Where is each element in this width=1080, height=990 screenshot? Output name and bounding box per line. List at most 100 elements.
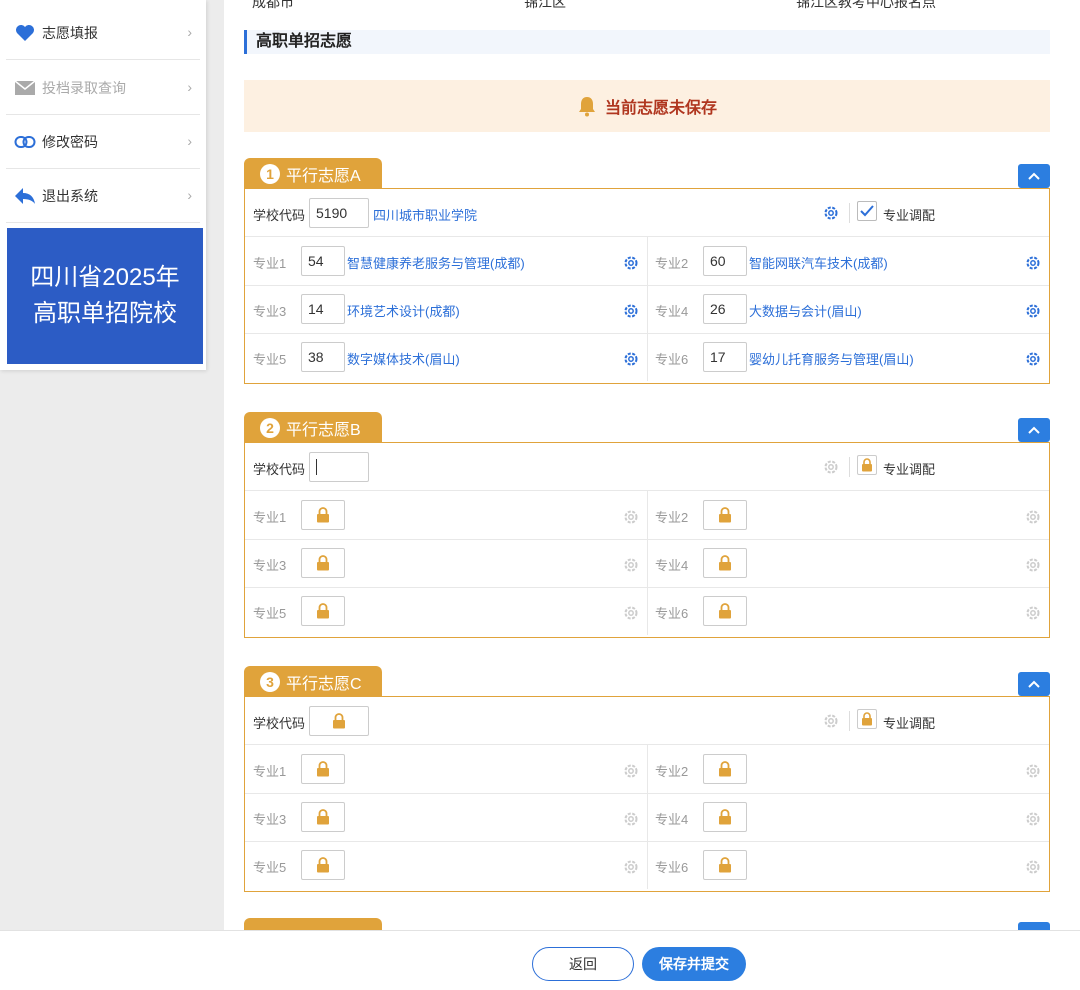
link-icon <box>14 131 36 153</box>
district-value: 锦江区 <box>524 0 566 10</box>
divider <box>849 457 850 477</box>
school-code-input[interactable]: 5190 <box>309 198 369 228</box>
adjust-checkbox[interactable] <box>857 201 877 221</box>
gear-icon[interactable] <box>1025 303 1041 319</box>
school-code-input[interactable] <box>309 452 369 482</box>
major-label: 专业1 <box>253 256 287 271</box>
major-label: 专业2 <box>655 764 689 779</box>
major-code-locked <box>703 754 747 784</box>
volunteer-tab-partial <box>244 918 382 930</box>
unsaved-notice: 当前志愿未保存 <box>244 80 1050 132</box>
collapse-button[interactable] <box>1018 164 1050 188</box>
major-name[interactable]: 环境艺术设计(成都) <box>347 301 460 320</box>
major-name[interactable]: 智慧健康养老服务与管理(成都) <box>347 253 525 272</box>
school-row: 学校代码 5190 四川城市职业学院 专业调配 <box>245 189 1049 237</box>
major-code-locked <box>703 850 747 880</box>
major-code-input[interactable]: 17 <box>703 342 747 372</box>
lock-icon <box>317 603 329 619</box>
sidebar-item-admission-query[interactable]: 投档录取查询 › <box>6 61 200 115</box>
major-label: 专业3 <box>253 304 287 319</box>
adjust-lock <box>857 455 877 475</box>
major-label: 专业6 <box>655 606 689 621</box>
gear-icon <box>1026 812 1040 826</box>
major-code-input[interactable]: 26 <box>703 294 747 324</box>
major-code-locked <box>703 500 747 530</box>
gear-icon <box>1026 510 1040 524</box>
divider <box>245 333 1049 334</box>
major-name[interactable]: 婴幼儿托育服务与管理(眉山) <box>749 349 914 368</box>
collapse-button[interactable] <box>1018 418 1050 442</box>
footer-bar: 返回 保存并提交 <box>0 930 1080 990</box>
major-name[interactable]: 数字媒体技术(眉山) <box>347 349 460 368</box>
major-code-input[interactable]: 54 <box>301 246 345 276</box>
gear-icon <box>624 860 638 874</box>
divider <box>647 237 648 381</box>
banner-line-2: 高职单招院校 <box>33 300 177 327</box>
volunteer-tab[interactable]: 2 平行志愿B <box>244 412 382 444</box>
sidebar-item-volunteer[interactable]: 志愿填报 › <box>6 6 200 60</box>
major-label: 专业3 <box>253 812 287 827</box>
collapse-button[interactable] <box>1018 672 1050 696</box>
sidebar-item-logout[interactable]: 退出系统 › <box>6 169 200 223</box>
major-label: 专业5 <box>253 352 287 367</box>
school-name[interactable]: 四川城市职业学院 <box>373 205 477 224</box>
back-arrow-icon <box>14 185 36 207</box>
divider <box>245 285 1049 286</box>
major-label: 专业2 <box>655 256 689 271</box>
sidebar-item-change-password[interactable]: 修改密码 › <box>6 115 200 169</box>
lock-icon <box>719 857 731 873</box>
gear-icon <box>624 606 638 620</box>
gear-icon <box>1026 860 1040 874</box>
adjust-label: 专业调配 <box>883 716 936 731</box>
major-code-input[interactable]: 60 <box>703 246 747 276</box>
lock-icon <box>862 458 872 472</box>
major-name[interactable]: 大数据与会计(眉山) <box>749 301 862 320</box>
major-code-input[interactable]: 38 <box>301 342 345 372</box>
volunteer-tab[interactable]: 1 平行志愿A <box>244 158 382 190</box>
divider <box>849 711 850 731</box>
divider <box>245 587 1049 588</box>
school-code-label: 学校代码 <box>253 716 306 731</box>
back-button[interactable]: 返回 <box>532 947 634 981</box>
gear-icon[interactable] <box>1025 255 1041 271</box>
gear-icon[interactable] <box>623 303 639 319</box>
major-code-locked <box>703 802 747 832</box>
notice-text: 当前志愿未保存 <box>604 100 717 117</box>
major-code-locked <box>301 802 345 832</box>
gear-icon[interactable] <box>623 255 639 271</box>
bell-icon <box>578 97 595 117</box>
lock-icon <box>317 809 329 825</box>
major-code-locked <box>703 548 747 578</box>
major-label: 专业6 <box>655 860 689 875</box>
volunteer-box: 学校代码 专业调配 专业1 专业2 专业3 专业4 专业5 专业6 <box>244 696 1050 892</box>
volunteer-a: 1 平行志愿A 学校代码 5190 四川城市职业学院 专业调配 专业1 54 智… <box>244 158 1050 386</box>
gear-icon[interactable] <box>823 205 839 221</box>
main-panel: 成都市 锦江区 锦江区教考中心报名点 高职单招志愿 当前志愿未保存 1 平行志愿… <box>224 0 1080 930</box>
major-name[interactable]: 智能网联汽车技术(成都) <box>749 253 888 272</box>
lock-icon <box>862 712 872 726</box>
gear-icon <box>1026 558 1040 572</box>
volunteer-number: 2 <box>260 418 280 438</box>
collapse-button-partial <box>1018 922 1050 930</box>
sidebar-item-label: 修改密码 <box>42 133 98 150</box>
gear-icon[interactable] <box>1025 351 1041 367</box>
city-value: 成都市 <box>252 0 294 10</box>
sidebar-item-label: 投档录取查询 <box>42 79 126 96</box>
major-label: 专业5 <box>253 860 287 875</box>
major-label: 专业2 <box>655 510 689 525</box>
gear-icon <box>624 510 638 524</box>
banner-line-1: 四川省2025年 <box>30 264 180 291</box>
gear-icon <box>624 764 638 778</box>
gear-icon[interactable] <box>623 351 639 367</box>
major-code-input[interactable]: 14 <box>301 294 345 324</box>
section-title: 高职单招志愿 <box>244 30 1050 54</box>
save-submit-button[interactable]: 保存并提交 <box>642 947 746 981</box>
school-code-label: 学校代码 <box>253 208 306 223</box>
adjust-label: 专业调配 <box>883 208 936 223</box>
volunteer-title: 平行志愿A <box>286 168 361 185</box>
sidebar-item-label: 退出系统 <box>42 187 98 204</box>
major-code-locked <box>301 850 345 880</box>
volunteer-title: 平行志愿B <box>286 422 361 439</box>
volunteer-c: 3 平行志愿C 学校代码 专业调配 专业1 专业2 专业3 专业4 专业5 专业… <box>244 666 1050 894</box>
volunteer-tab[interactable]: 3 平行志愿C <box>244 666 382 698</box>
